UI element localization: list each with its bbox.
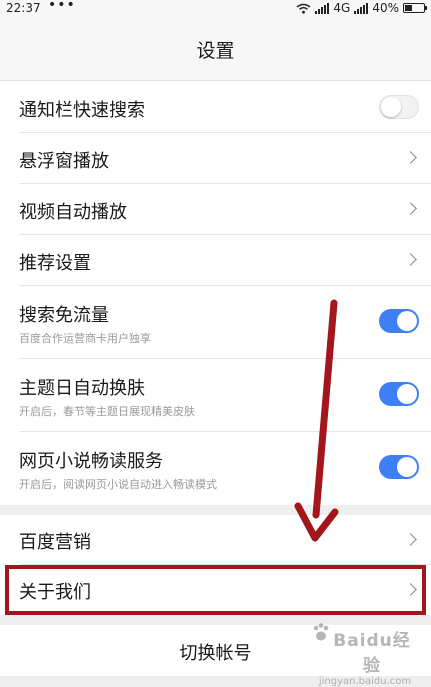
- annotation-arrow-icon: [294, 299, 339, 542]
- paw-logo-icon: [313, 623, 329, 641]
- watermark-url: jingyan.baidu.com: [318, 676, 412, 687]
- watermark: Baidu经验 jingyan.baidu.com: [313, 622, 415, 687]
